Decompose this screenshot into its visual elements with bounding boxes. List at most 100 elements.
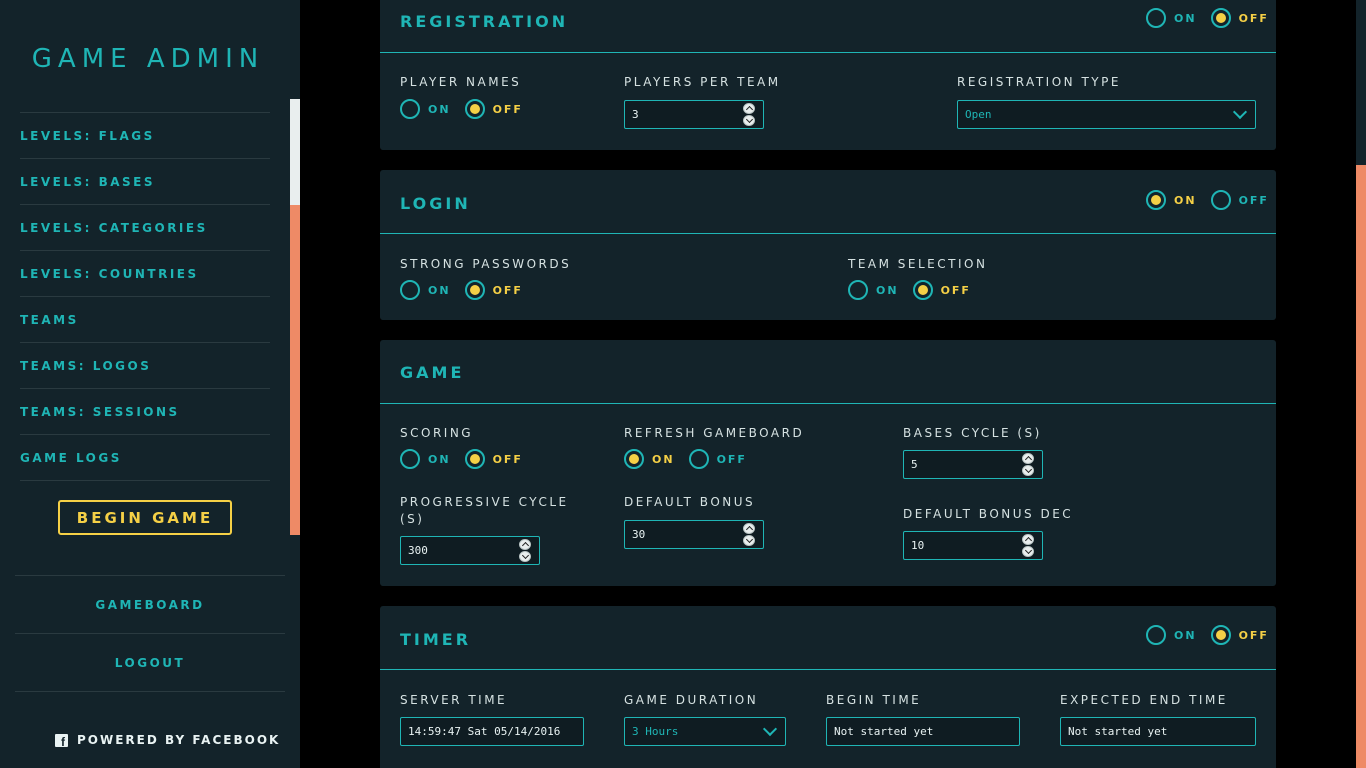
registration-panel: REGISTRATION ON OFF PLAYER NAMES ON OFF … xyxy=(380,0,1276,150)
players-per-team-input[interactable]: 3 xyxy=(624,100,764,129)
bases-cycle-input[interactable]: 5 xyxy=(903,450,1043,479)
chevron-down-icon xyxy=(762,721,778,737)
timer-on-label: ON xyxy=(1174,628,1197,642)
scoring-on-radio[interactable] xyxy=(400,449,420,469)
registration-type-select[interactable]: Open xyxy=(957,100,1256,129)
strong-passwords-on-radio[interactable] xyxy=(400,280,420,300)
team-selection-on-radio[interactable] xyxy=(848,280,868,300)
bases-cycle-spinner xyxy=(1022,453,1036,477)
timer-on-radio[interactable] xyxy=(1146,625,1166,645)
player-names-on-radio[interactable] xyxy=(400,99,420,119)
spinner-down-icon[interactable] xyxy=(743,115,755,126)
sidebar-bottom-links: GAMEBOARD LOGOUT xyxy=(15,575,285,692)
server-time-label: SERVER TIME xyxy=(400,693,508,707)
page-scrollbar-thumb[interactable] xyxy=(1356,0,1366,165)
game-header: GAME xyxy=(380,340,1276,404)
default-bonus-dec-input[interactable]: 10 xyxy=(903,531,1043,560)
spinner-up-icon[interactable] xyxy=(1022,453,1034,464)
strong-passwords-off-label: OFF xyxy=(492,283,523,297)
sidebar-scrollbar-thumb[interactable] xyxy=(290,99,300,205)
refresh-gameboard-label: REFRESH GAMEBOARD xyxy=(624,426,805,440)
scoring-label: SCORING xyxy=(400,426,474,440)
begin-game-button[interactable]: BEGIN GAME xyxy=(58,500,232,535)
registration-title: REGISTRATION xyxy=(400,12,569,31)
login-header: LOGIN ON OFF xyxy=(380,170,1276,234)
sidebar-item-levels-flags[interactable]: LEVELS: FLAGS xyxy=(20,113,270,159)
default-bonus-spinner xyxy=(743,523,757,547)
timer-off-radio[interactable] xyxy=(1210,625,1231,645)
begin-time-field[interactable]: Not started yet xyxy=(826,717,1020,746)
default-bonus-input[interactable]: 30 xyxy=(624,520,764,549)
strong-passwords-label: STRONG PASSWORDS xyxy=(400,257,572,271)
gameboard-link[interactable]: GAMEBOARD xyxy=(15,576,285,634)
spinner-down-icon[interactable] xyxy=(1022,546,1034,557)
strong-passwords-off-radio[interactable] xyxy=(464,280,485,300)
begin-time-label: BEGIN TIME xyxy=(826,693,922,707)
logout-link[interactable]: LOGOUT xyxy=(15,634,285,692)
server-time-field[interactable]: 14:59:47 Sat 05/14/2016 xyxy=(400,717,584,746)
players-per-team-spinner xyxy=(743,103,757,127)
spinner-up-icon[interactable] xyxy=(519,539,531,550)
bases-cycle-value: 5 xyxy=(911,458,918,471)
registration-type-label: REGISTRATION TYPE xyxy=(957,75,1121,89)
registration-off-radio[interactable] xyxy=(1210,8,1231,28)
sidebar-item-levels-categories[interactable]: LEVELS: CATEGORIES xyxy=(20,205,270,251)
registration-header: REGISTRATION ON OFF xyxy=(380,0,1276,53)
login-on-radio[interactable] xyxy=(1146,190,1166,210)
team-selection-off-label: OFF xyxy=(940,283,971,297)
registration-on-radio[interactable] xyxy=(1146,8,1166,28)
spinner-down-icon[interactable] xyxy=(519,551,531,562)
strong-passwords-on-label: ON xyxy=(428,283,451,297)
player-names-off-radio[interactable] xyxy=(464,99,485,119)
team-selection-label: TEAM SELECTION xyxy=(848,257,988,271)
scoring-off-label: OFF xyxy=(492,452,523,466)
registration-on-label: ON xyxy=(1174,11,1197,25)
registration-type-value: Open xyxy=(965,108,992,121)
expected-end-time-label: EXPECTED END TIME xyxy=(1060,693,1228,707)
player-names-off-label: OFF xyxy=(492,102,523,116)
default-bonus-dec-value: 10 xyxy=(911,539,925,552)
scoring-toggle: ON OFF xyxy=(400,449,537,469)
timer-off-label: OFF xyxy=(1238,628,1269,642)
spinner-down-icon[interactable] xyxy=(1022,465,1034,476)
game-duration-select[interactable]: 3 Hours xyxy=(624,717,786,746)
sidebar-item-teams[interactable]: TEAMS xyxy=(20,297,270,343)
registration-toggle: ON OFF xyxy=(1146,8,1283,28)
game-duration-value: 3 Hours xyxy=(632,725,679,738)
spinner-up-icon[interactable] xyxy=(1022,534,1034,545)
powered-by[interactable]: POWERED BY FACEBOOK xyxy=(55,733,280,749)
progressive-cycle-value: 300 xyxy=(408,544,428,557)
expected-end-time-field[interactable]: Not started yet xyxy=(1060,717,1256,746)
scoring-on-label: ON xyxy=(428,452,451,466)
brand-title: GAME ADMIN xyxy=(31,44,265,74)
sidebar-nav: LEVELS: FLAGS LEVELS: BASES LEVELS: CATE… xyxy=(20,112,270,481)
default-bonus-label: DEFAULT BONUS xyxy=(624,495,756,509)
sidebar-item-teams-logos[interactable]: TEAMS: LOGOS xyxy=(20,343,270,389)
login-on-label: ON xyxy=(1174,193,1197,207)
refresh-off-radio[interactable] xyxy=(688,449,709,469)
strong-passwords-toggle: ON OFF xyxy=(400,280,537,300)
sidebar-item-levels-bases[interactable]: LEVELS: BASES xyxy=(20,159,270,205)
team-selection-off-radio[interactable] xyxy=(912,280,933,300)
sidebar-item-game-logs[interactable]: GAME LOGS xyxy=(20,435,270,481)
default-bonus-dec-spinner xyxy=(1022,534,1036,558)
login-off-label: OFF xyxy=(1238,193,1269,207)
timer-title: TIMER xyxy=(400,630,472,649)
default-bonus-dec-label: DEFAULT BONUS DEC xyxy=(903,507,1074,521)
sidebar-item-teams-sessions[interactable]: TEAMS: SESSIONS xyxy=(20,389,270,435)
players-per-team-value: 3 xyxy=(632,108,639,121)
bases-cycle-label: BASES CYCLE (S) xyxy=(903,426,1042,440)
scoring-off-radio[interactable] xyxy=(464,449,485,469)
player-names-label: PLAYER NAMES xyxy=(400,75,522,89)
progressive-cycle-input[interactable]: 300 xyxy=(400,536,540,565)
spinner-up-icon[interactable] xyxy=(743,103,755,114)
spinner-up-icon[interactable] xyxy=(743,523,755,534)
sidebar-item-levels-countries[interactable]: LEVELS: COUNTRIES xyxy=(20,251,270,297)
login-off-radio[interactable] xyxy=(1210,190,1231,210)
player-names-toggle: ON OFF xyxy=(400,99,537,119)
progressive-cycle-label: PROGRESSIVE CYCLE (S) xyxy=(400,495,569,526)
spinner-down-icon[interactable] xyxy=(743,535,755,546)
timer-header: TIMER ON OFF xyxy=(380,606,1276,670)
game-panel: GAME SCORING ON OFF REFRESH GAMEBOARD ON… xyxy=(380,340,1276,586)
refresh-on-radio[interactable] xyxy=(624,449,644,469)
